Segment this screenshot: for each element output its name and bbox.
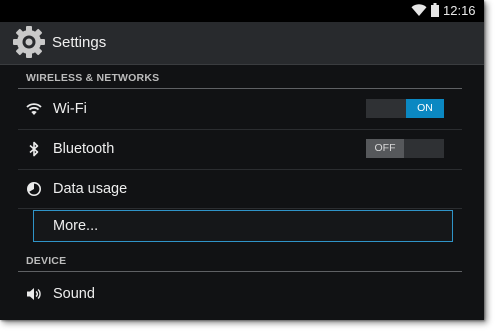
bluetooth-toggle[interactable]: OFF xyxy=(366,139,444,158)
settings-item-more[interactable]: More... xyxy=(33,210,453,242)
status-clock: 12:16 xyxy=(443,3,476,18)
status-bar: 12:16 xyxy=(0,0,484,22)
settings-item-bluetooth[interactable]: Bluetooth OFF xyxy=(18,130,462,168)
settings-item-wifi[interactable]: Wi-Fi ON xyxy=(18,90,462,128)
action-bar: Settings xyxy=(0,22,484,65)
settings-gear-icon[interactable] xyxy=(11,24,47,60)
settings-item-label: Bluetooth xyxy=(53,141,115,157)
tablet-screen: 12:16 Settings WIRELESS & NETWORKS Wi-Fi xyxy=(0,0,484,320)
section-header-device: DEVICE xyxy=(26,255,67,267)
settings-item-sound[interactable]: Sound xyxy=(18,275,462,313)
settings-item-label: Sound xyxy=(53,286,95,302)
wifi-icon xyxy=(26,103,42,115)
toggle-state: OFF xyxy=(366,139,404,158)
row-divider xyxy=(18,208,462,209)
section-divider xyxy=(18,88,462,89)
toggle-state: ON xyxy=(406,99,444,118)
settings-item-label: More... xyxy=(53,218,99,234)
section-header-wireless: WIRELESS & NETWORKS xyxy=(26,72,160,84)
sound-icon xyxy=(27,288,41,300)
settings-item-label: Wi-Fi xyxy=(53,101,87,117)
settings-item-label: Data usage xyxy=(53,181,128,197)
section-divider xyxy=(18,271,462,272)
wifi-status-icon xyxy=(411,4,427,16)
wifi-toggle[interactable]: ON xyxy=(366,99,444,118)
data-usage-icon xyxy=(27,182,41,196)
battery-icon xyxy=(431,3,439,17)
bluetooth-icon xyxy=(29,141,39,157)
page-title: Settings xyxy=(52,34,107,51)
settings-item-data-usage[interactable]: Data usage xyxy=(18,170,462,208)
